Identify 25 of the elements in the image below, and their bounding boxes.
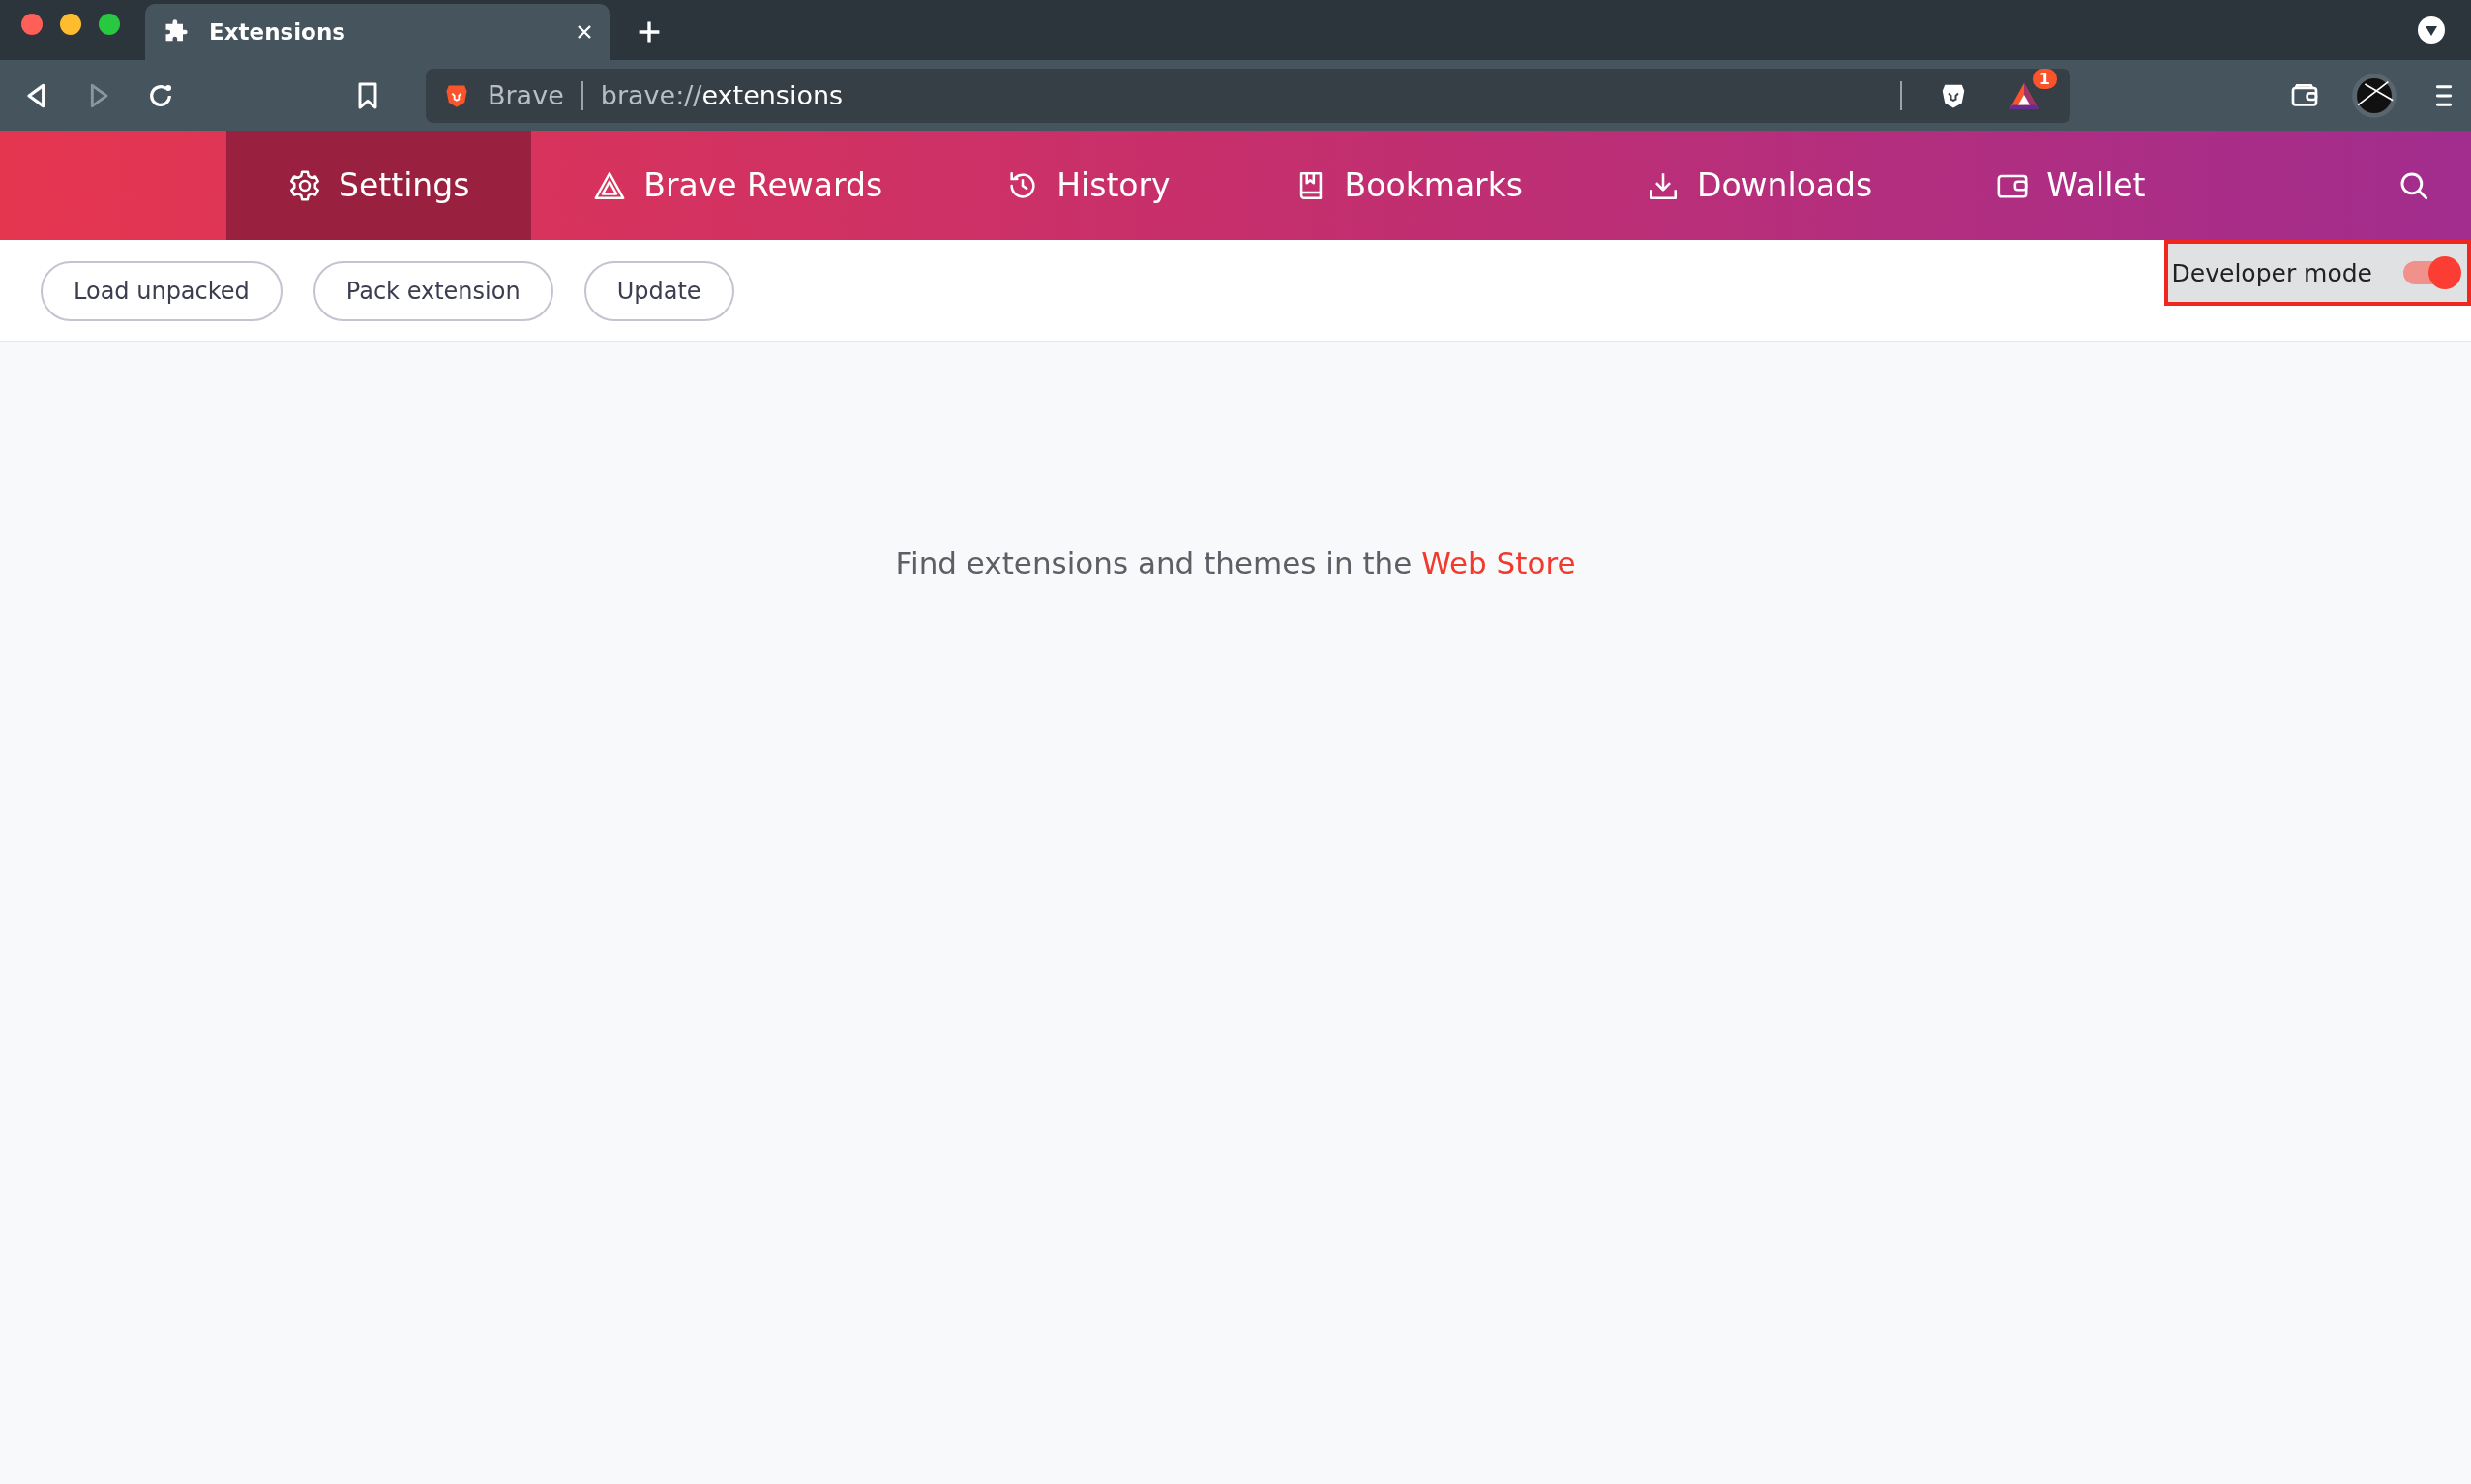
site-label: Brave [488, 80, 564, 110]
nav-tab[interactable]: Wallet [1934, 131, 2208, 240]
toggle-label: Developer mode [2171, 258, 2372, 287]
minimize-window-button[interactable] [60, 14, 81, 35]
notification-badge: 1 [2032, 68, 2057, 89]
web-store-link[interactable]: Web Store [1421, 546, 1576, 580]
toolbar-button[interactable]: Pack extension [313, 261, 553, 321]
browser-tab[interactable]: Extensions [145, 4, 610, 60]
nav-tab[interactable]: Downloads [1585, 131, 1935, 240]
toolbar-button[interactable]: Update [583, 261, 734, 321]
nav-tab[interactable]: History [944, 131, 1233, 240]
nav-tab[interactable]: Bookmarks [1232, 131, 1585, 240]
toggle-switch[interactable] [2401, 256, 2461, 289]
close-window-button[interactable] [21, 14, 43, 35]
url-text: brave://extensions [600, 80, 844, 110]
address-bar[interactable]: Brave brave://extensions 1 [426, 68, 2070, 123]
maximize-window-button[interactable] [99, 14, 120, 35]
avatar-icon[interactable] [2351, 72, 2397, 119]
nav-tab[interactable]: Settings [226, 131, 532, 240]
empty-message: Find extensions and themes in the Web Store [895, 546, 1576, 582]
new-tab-icon[interactable] [637, 19, 662, 45]
toolbar-button[interactable]: Load unpacked [41, 261, 283, 321]
nav-tab[interactable]: Brave Rewards [531, 131, 945, 240]
tab-search-icon[interactable] [2417, 15, 2446, 45]
gear-icon [288, 168, 321, 202]
